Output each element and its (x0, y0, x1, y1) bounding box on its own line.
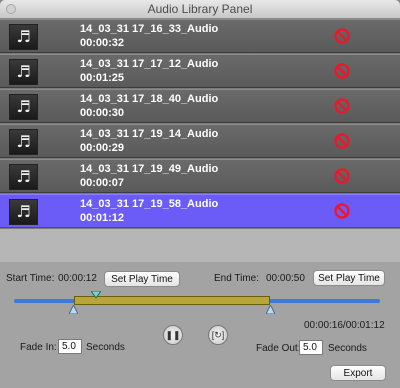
pause-icon: ❚❚ (165, 330, 181, 340)
end-time-value: 00:00:50 (266, 273, 305, 284)
selected-range (74, 296, 270, 305)
delete-icon[interactable] (333, 132, 351, 150)
audio-name: 14_03_31 17_19_58_Audio (80, 198, 219, 210)
end-time-label: End Time: (214, 273, 260, 284)
fade-out-label: Fade Out: (256, 343, 301, 354)
loop-icon: [↻] (211, 330, 225, 340)
audio-duration: 00:00:07 (80, 177, 125, 189)
music-note-icon: ♬ (9, 129, 38, 155)
delete-icon[interactable] (333, 62, 351, 80)
list-item[interactable]: ♬ 14_03_31 17_19_49_Audio 00:00:07 (0, 159, 400, 193)
delete-icon[interactable] (333, 27, 351, 45)
music-note-icon: ♬ (9, 164, 38, 190)
music-note-icon: ♬ (9, 199, 38, 225)
close-window-button[interactable] (6, 4, 16, 14)
audio-name: 14_03_31 17_19_49_Audio (80, 163, 219, 175)
delete-icon[interactable] (333, 97, 351, 115)
playhead-marker[interactable] (91, 291, 101, 299)
fade-out-unit: Seconds (328, 343, 367, 354)
list-item[interactable]: ♬ 14_03_31 17_16_33_Audio 00:00:32 (0, 19, 400, 53)
audio-duration: 00:00:30 (80, 107, 125, 119)
audio-name: 14_03_31 17_18_40_Audio (80, 93, 219, 105)
start-time-value: 00:00:12 (58, 273, 97, 284)
title-bar: Audio Library Panel (0, 0, 400, 19)
export-button[interactable]: Export (330, 365, 386, 381)
end-handle[interactable] (266, 305, 275, 314)
audio-duration: 00:01:25 (80, 72, 125, 84)
delete-icon[interactable] (333, 202, 351, 220)
audio-duration: 00:01:12 (80, 212, 125, 224)
music-note-icon: ♬ (9, 94, 38, 120)
delete-icon[interactable] (333, 167, 351, 185)
audio-duration: 00:00:32 (80, 37, 125, 49)
audio-library-window: Audio Library Panel ♬ 14_03_31 17_16_33_A… (0, 0, 400, 388)
fade-out-field[interactable] (299, 340, 323, 355)
list-item[interactable]: ♬ 14_03_31 17_19_58_Audio 00:01:12 (0, 194, 400, 228)
pause-button[interactable]: ❚❚ (163, 325, 183, 345)
position-readout: 00:00:16/00:01:12 (304, 320, 385, 331)
list-item[interactable]: ♬ 14_03_31 17_18_40_Audio 00:00:30 (0, 89, 400, 123)
set-end-time-button[interactable]: Set Play Time (313, 270, 385, 286)
fade-in-unit: Seconds (86, 342, 125, 353)
list-item[interactable]: ♬ 14_03_31 17_19_14_Audio 00:00:29 (0, 124, 400, 158)
fade-in-field[interactable] (58, 339, 82, 354)
audio-name: 14_03_31 17_19_14_Audio (80, 128, 219, 140)
audio-list: ♬ 14_03_31 17_16_33_Audio 00:00:32 ♬ 14_03_3… (0, 19, 400, 229)
set-start-time-button[interactable]: Set Play Time (104, 271, 180, 287)
music-note-icon: ♬ (9, 24, 38, 50)
list-item[interactable]: ♬ 14_03_31 17_17_12_Audio 00:01:25 (0, 54, 400, 88)
music-note-icon: ♬ (9, 59, 38, 85)
window-title: Audio Library Panel (147, 2, 253, 16)
start-time-label: Start Time: (6, 273, 55, 284)
audio-duration: 00:00:29 (80, 142, 125, 154)
fade-in-label: Fade In: (20, 342, 57, 353)
audio-name: 14_03_31 17_16_33_Audio (80, 23, 219, 35)
start-handle[interactable] (69, 305, 78, 314)
loop-button[interactable]: [↻] (208, 325, 228, 345)
audio-name: 14_03_31 17_17_12_Audio (80, 58, 219, 70)
